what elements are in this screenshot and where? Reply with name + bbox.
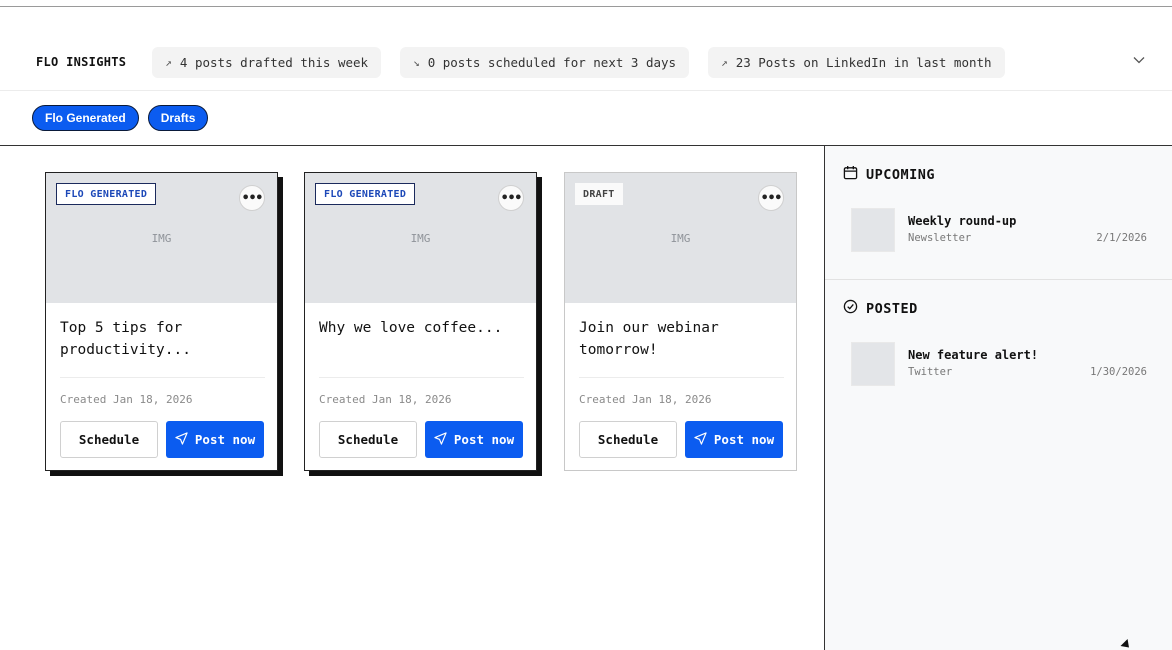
post-title: Why we love coffee... — [319, 320, 503, 336]
post-now-button[interactable]: Post now — [425, 421, 523, 458]
card-divider — [319, 377, 524, 378]
post-now-button[interactable]: Post now — [166, 421, 264, 458]
insight-pill-drafted: ↗ 4 posts drafted this week — [152, 46, 382, 78]
insight-pill-linkedin: ↗ 23 Posts on LinkedIn in last month — [708, 46, 1005, 78]
upcoming-heading-text: UPCOMING — [866, 166, 936, 183]
post-card[interactable]: IMG DRAFT ••• Join our webinar tomorrow!… — [564, 172, 797, 471]
post-tag-badge: FLO GENERATED — [315, 183, 416, 205]
insight-text: 0 posts scheduled for next 3 days — [427, 54, 677, 70]
card-actions: Schedule Post now — [60, 421, 264, 458]
post-cards-area: IMG FLO GENERATED ••• Top 5 tips for pro… — [0, 146, 824, 650]
send-icon — [434, 431, 447, 448]
calendar-icon — [843, 165, 858, 184]
insight-text: 4 posts drafted this week — [179, 54, 369, 70]
schedule-button[interactable]: Schedule — [60, 421, 158, 458]
upcoming-list-item[interactable]: Weekly round-up Newsletter 2/1/2026 — [851, 208, 1147, 252]
post-now-label: Post now — [713, 432, 775, 447]
post-tag-badge: FLO GENERATED — [56, 183, 157, 205]
schedule-button[interactable]: Schedule — [319, 421, 417, 458]
post-now-label: Post now — [453, 432, 515, 447]
post-created-date: Created Jan 18, 2026 — [60, 393, 193, 406]
posted-list-item[interactable]: New feature alert! Twitter 1/30/2026 — [851, 342, 1147, 386]
post-created-date: Created Jan 18, 2026 — [319, 393, 452, 406]
send-icon — [175, 431, 188, 448]
item-channel: Twitter — [908, 366, 953, 378]
item-thumbnail — [851, 342, 895, 386]
item-name: Weekly round-up — [908, 214, 1017, 228]
upcoming-heading: UPCOMING — [843, 165, 935, 184]
schedule-label: Schedule — [78, 432, 140, 447]
post-card[interactable]: IMG FLO GENERATED ••• Why we love coffee… — [304, 172, 537, 471]
schedule-label: Schedule — [597, 432, 659, 447]
top-divider — [0, 6, 1172, 7]
schedule-label: Schedule — [337, 432, 399, 447]
insights-title: FLO INSIGHTS — [36, 55, 127, 69]
trend-up-icon: ↗ — [165, 55, 172, 69]
trend-up-icon: ↗ — [721, 55, 728, 69]
card-divider — [579, 377, 784, 378]
chevron-down-icon[interactable] — [1132, 53, 1146, 67]
item-channel: Newsletter — [908, 232, 972, 244]
item-date: 1/30/2026 — [1090, 366, 1147, 378]
post-title: Join our webinar tomorrow! — [579, 320, 719, 358]
card-actions: Schedule Post now — [579, 421, 783, 458]
post-created-date: Created Jan 18, 2026 — [579, 393, 712, 406]
trend-down-icon: ↘ — [413, 55, 420, 69]
schedule-sidebar: UPCOMING Weekly round-up Newsletter 2/1/… — [825, 146, 1172, 650]
post-card[interactable]: IMG FLO GENERATED ••• Top 5 tips for pro… — [45, 172, 278, 471]
check-circle-icon — [843, 299, 858, 318]
insight-pill-scheduled: ↘ 0 posts scheduled for next 3 days — [400, 46, 690, 78]
more-options-icon[interactable]: ••• — [239, 185, 265, 211]
post-title: Top 5 tips for productivity... — [60, 320, 191, 358]
posted-heading-text: POSTED — [866, 300, 918, 317]
item-date: 2/1/2026 — [1096, 232, 1147, 244]
insights-divider — [0, 90, 1172, 91]
post-now-label: Post now — [194, 432, 256, 447]
filter-chip-drafts[interactable]: Drafts — [147, 105, 209, 131]
filter-chips: Flo Generated Drafts — [32, 105, 209, 131]
posted-heading: POSTED — [843, 299, 918, 318]
more-options-icon[interactable]: ••• — [498, 185, 524, 211]
card-actions: Schedule Post now — [319, 421, 523, 458]
item-name: New feature alert! — [908, 348, 1039, 362]
schedule-button[interactable]: Schedule — [579, 421, 677, 458]
card-divider — [60, 377, 265, 378]
insight-text: 23 Posts on LinkedIn in last month — [735, 54, 992, 70]
post-tag-badge: DRAFT — [575, 183, 623, 205]
item-thumbnail — [851, 208, 895, 252]
insights-bar: FLO INSIGHTS ↗ 4 posts drafted this week… — [0, 41, 1172, 83]
post-now-button[interactable]: Post now — [685, 421, 783, 458]
more-options-icon[interactable]: ••• — [758, 185, 784, 211]
send-icon — [694, 431, 707, 448]
filter-chip-flo-generated[interactable]: Flo Generated — [32, 105, 139, 131]
section-divider — [825, 279, 1172, 280]
